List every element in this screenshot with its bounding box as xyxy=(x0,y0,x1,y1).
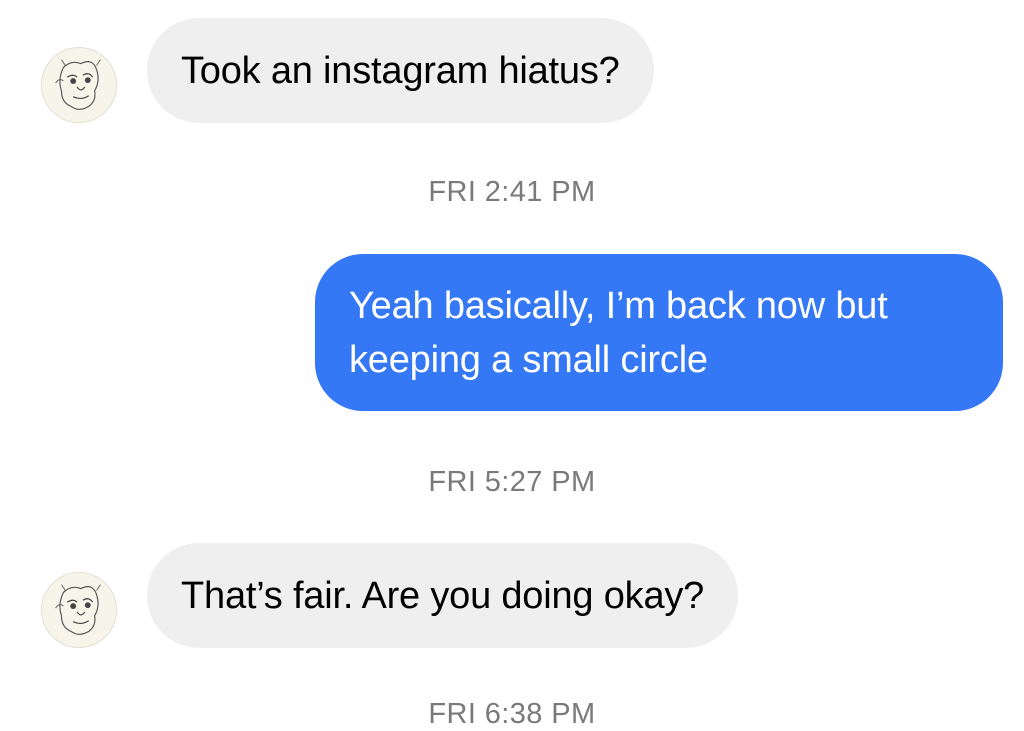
timestamp: FRI 5:27 PM xyxy=(428,466,596,498)
contact-avatar-icon[interactable] xyxy=(41,572,117,648)
message-text: Took an instagram hiatus? xyxy=(181,49,620,92)
message-text: That’s fair. Are you doing okay? xyxy=(181,574,705,617)
message-thread[interactable]: Took an instagram hiatus? FRI 2:41 PM Ye… xyxy=(0,0,1024,730)
timestamp: FRI 2:41 PM xyxy=(428,176,596,208)
sketch-face-icon xyxy=(55,59,101,110)
incoming-message-bubble[interactable]: That’s fair. Are you doing okay? xyxy=(147,543,739,648)
message-text-line: Yeah basically, I’m back now but xyxy=(349,284,888,327)
outgoing-message-bubble[interactable]: Yeah basically, I’m back now but keeping… xyxy=(315,254,1003,411)
contact-avatar-icon[interactable] xyxy=(41,47,117,123)
message-text-line: keeping a small circle xyxy=(349,338,708,381)
sketch-face-icon xyxy=(55,584,101,635)
incoming-message-bubble[interactable]: Took an instagram hiatus? xyxy=(147,18,654,123)
